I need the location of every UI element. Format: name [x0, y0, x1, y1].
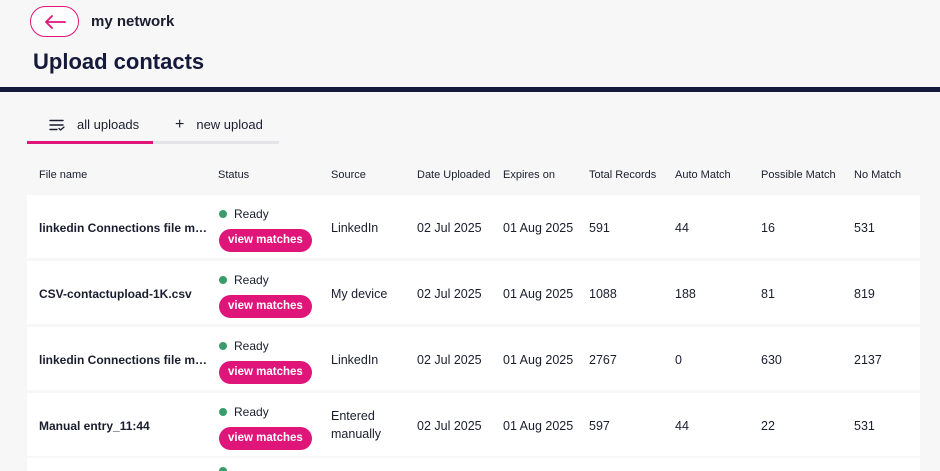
top-bar: my network Upload contacts — [0, 0, 940, 88]
source: My device — [331, 287, 388, 301]
col-possible-match[interactable]: Possible Match — [761, 169, 836, 181]
tab-all-uploads-label: all uploads — [77, 117, 140, 132]
arrow-left-icon — [44, 14, 66, 29]
auto-match: 188 — [675, 287, 696, 301]
source-line: manually — [331, 427, 382, 441]
view-matches-button[interactable]: view matches — [219, 361, 312, 384]
no-match: 2137 — [854, 353, 882, 367]
date-uploaded: 02 Jul 2025 — [417, 419, 482, 433]
file-name[interactable]: linkedin Connections file marc... — [39, 353, 209, 367]
table-header: File name Status Source Date Uploaded Ex… — [27, 160, 940, 190]
no-match: 819 — [854, 287, 875, 301]
view-matches-button[interactable]: view matches — [219, 427, 312, 450]
tab-new-upload-label: new upload — [196, 117, 263, 132]
col-status[interactable]: Status — [218, 169, 249, 181]
expires-on: 01 Aug 2025 — [503, 287, 574, 301]
col-no-match[interactable]: No Match — [854, 169, 901, 181]
possible-match: 16 — [761, 221, 775, 235]
file-name[interactable]: linkedin Connections file marc... — [39, 221, 209, 235]
ready-dot-icon — [219, 276, 227, 284]
col-expires-on[interactable]: Expires on — [503, 169, 555, 181]
table-row[interactable]: linkedin Connections file marc... Ready … — [27, 327, 920, 390]
file-name[interactable]: CSV-contactupload-1K.csv — [39, 287, 209, 301]
list-icon — [49, 119, 65, 131]
col-file-name[interactable]: File name — [39, 169, 87, 181]
no-match: 531 — [854, 221, 875, 235]
view-matches-button[interactable]: view matches — [219, 229, 312, 252]
header-divider — [0, 87, 940, 92]
table-row[interactable]: Manual entry_11:44 Ready view matches En… — [27, 393, 920, 456]
total-records: 2767 — [589, 353, 617, 367]
table-row[interactable]: linkedin Connections file marc... Ready … — [27, 195, 920, 258]
expires-on: 01 Aug 2025 — [503, 419, 574, 433]
tab-new-upload[interactable]: + new upload — [175, 108, 279, 141]
col-source[interactable]: Source — [331, 169, 366, 181]
page-title: Upload contacts — [33, 49, 205, 74]
status-text: Ready — [234, 207, 269, 221]
source: LinkedIn — [331, 221, 379, 235]
status-cell: Ready view matches — [219, 339, 312, 384]
col-auto-match[interactable]: Auto Match — [675, 169, 731, 181]
total-records: 1088 — [589, 287, 617, 301]
total-records: 591 — [589, 221, 610, 235]
status-cell: Ready view matches — [219, 207, 312, 252]
tab-all-uploads[interactable]: all uploads — [27, 108, 153, 144]
view-matches-button[interactable]: view matches — [219, 295, 312, 318]
table-row-partial[interactable] — [27, 458, 920, 471]
possible-match: 630 — [761, 353, 782, 367]
source: LinkedIn — [331, 353, 379, 367]
date-uploaded: 02 Jul 2025 — [417, 221, 482, 235]
tab-bar: all uploads + new upload — [27, 108, 279, 144]
no-match: 531 — [854, 419, 875, 433]
file-name[interactable]: Manual entry_11:44 — [39, 419, 209, 433]
col-date-uploaded[interactable]: Date Uploaded — [417, 169, 490, 181]
table-row[interactable]: CSV-contactupload-1K.csv Ready view matc… — [27, 261, 920, 324]
possible-match: 81 — [761, 287, 775, 301]
status-text: Ready — [234, 339, 269, 353]
ready-dot-icon — [219, 210, 227, 218]
date-uploaded: 02 Jul 2025 — [417, 287, 482, 301]
expires-on: 01 Aug 2025 — [503, 221, 574, 235]
ready-dot-icon — [219, 342, 227, 350]
expires-on: 01 Aug 2025 — [503, 353, 574, 367]
breadcrumb[interactable]: my network — [91, 13, 174, 30]
status-text: Ready — [234, 405, 269, 419]
ready-dot-icon — [219, 408, 227, 416]
ready-dot-icon — [219, 467, 227, 471]
date-uploaded: 02 Jul 2025 — [417, 353, 482, 367]
possible-match: 22 — [761, 419, 775, 433]
source: Entered manually — [331, 407, 381, 443]
total-records: 597 — [589, 419, 610, 433]
auto-match: 44 — [675, 419, 689, 433]
source-line: Entered — [331, 409, 375, 423]
back-button[interactable] — [30, 6, 79, 37]
auto-match: 0 — [675, 353, 682, 367]
col-total-records[interactable]: Total Records — [589, 169, 656, 181]
status-text: Ready — [234, 273, 269, 287]
plus-icon: + — [175, 115, 185, 133]
status-cell: Ready view matches — [219, 273, 312, 318]
status-cell: Ready view matches — [219, 405, 312, 450]
auto-match: 44 — [675, 221, 689, 235]
